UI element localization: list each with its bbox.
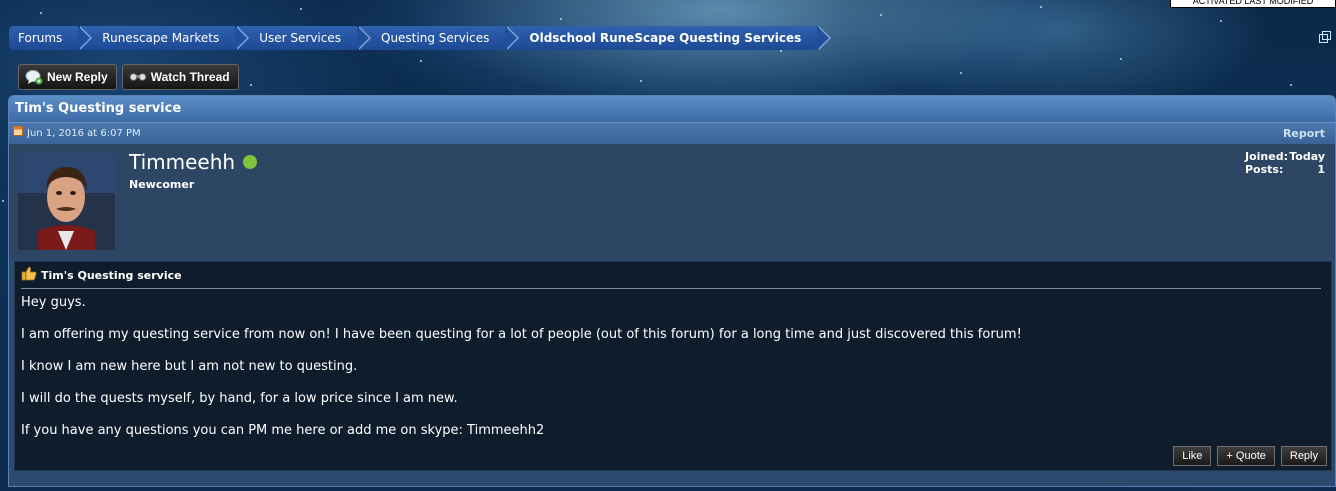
- post-title-text: Tim's Questing service: [41, 268, 182, 282]
- post-body: Tim's Questing service Hey guys. I am of…: [14, 261, 1332, 471]
- new-post-icon: [13, 123, 23, 145]
- reply-icon: [25, 69, 43, 85]
- breadcrumb-current[interactable]: Oldschool RuneScape Questing Services: [507, 26, 832, 50]
- post-date: Jun 1, 2016 at 6:07 PM: [13, 123, 141, 145]
- online-status-icon: [243, 155, 258, 169]
- posts-label: Posts:: [1245, 163, 1284, 176]
- message-paragraph: Hey guys.: [21, 295, 86, 310]
- new-reply-button[interactable]: New Reply: [18, 64, 117, 90]
- message-paragraph: I will do the quests myself, by hand, fo…: [21, 391, 458, 406]
- username: Timmeehh: [129, 150, 258, 174]
- breadcrumb-forums[interactable]: Forums: [9, 26, 93, 50]
- post-meta-bar: Jun 1, 2016 at 6:07 PM Report: [9, 122, 1335, 144]
- user-title: Newcomer: [129, 178, 195, 191]
- post-actions: Like + Quote Reply: [1173, 446, 1327, 466]
- like-button[interactable]: Like: [1173, 446, 1212, 466]
- quote-button[interactable]: + Quote: [1217, 446, 1275, 466]
- post-date-text: Jun 1, 2016 at 6:07 PM: [27, 127, 141, 139]
- new-reply-label: New Reply: [47, 70, 108, 84]
- post-title: Tim's Questing service: [15, 262, 1331, 284]
- report-link[interactable]: Report: [1283, 123, 1325, 145]
- user-stats: Joined: Today Posts: 1: [1245, 150, 1325, 176]
- posts-value: 1: [1317, 163, 1325, 176]
- watch-thread-button[interactable]: Watch Thread: [121, 64, 239, 90]
- breadcrumb-questing-services[interactable]: Questing Services: [359, 26, 520, 50]
- avatar[interactable]: [18, 153, 115, 250]
- message-paragraph: I am offering my questing service from n…: [21, 327, 1022, 342]
- expand-icon[interactable]: [1318, 30, 1332, 44]
- binoculars-icon: [129, 71, 147, 83]
- thread-title: Tim's Questing service: [9, 96, 1335, 122]
- user-info: Timmeehh Newcomer Joined: Today Posts: 1: [9, 144, 1335, 258]
- top-status-box: ACTIVATED LAST MODIFIED: [1170, 0, 1336, 8]
- watch-thread-label: Watch Thread: [150, 70, 230, 84]
- joined-value: Today: [1289, 150, 1325, 163]
- breadcrumb-user-services[interactable]: User Services: [237, 26, 371, 50]
- message-paragraph: I know I am new here but I am not new to…: [21, 359, 358, 374]
- breadcrumb-runescape-markets[interactable]: Runescape Markets: [80, 26, 250, 50]
- joined-label: Joined:: [1245, 150, 1288, 163]
- breadcrumb: Forums Runescape Markets User Services Q…: [9, 26, 832, 50]
- username-link[interactable]: Timmeehh: [129, 150, 235, 174]
- thumbs-up-icon: [21, 266, 37, 284]
- message-paragraph: If you have any questions you can PM me …: [21, 423, 545, 438]
- post-message: Hey guys. I am offering my questing serv…: [15, 289, 1331, 439]
- reply-button[interactable]: Reply: [1280, 446, 1327, 466]
